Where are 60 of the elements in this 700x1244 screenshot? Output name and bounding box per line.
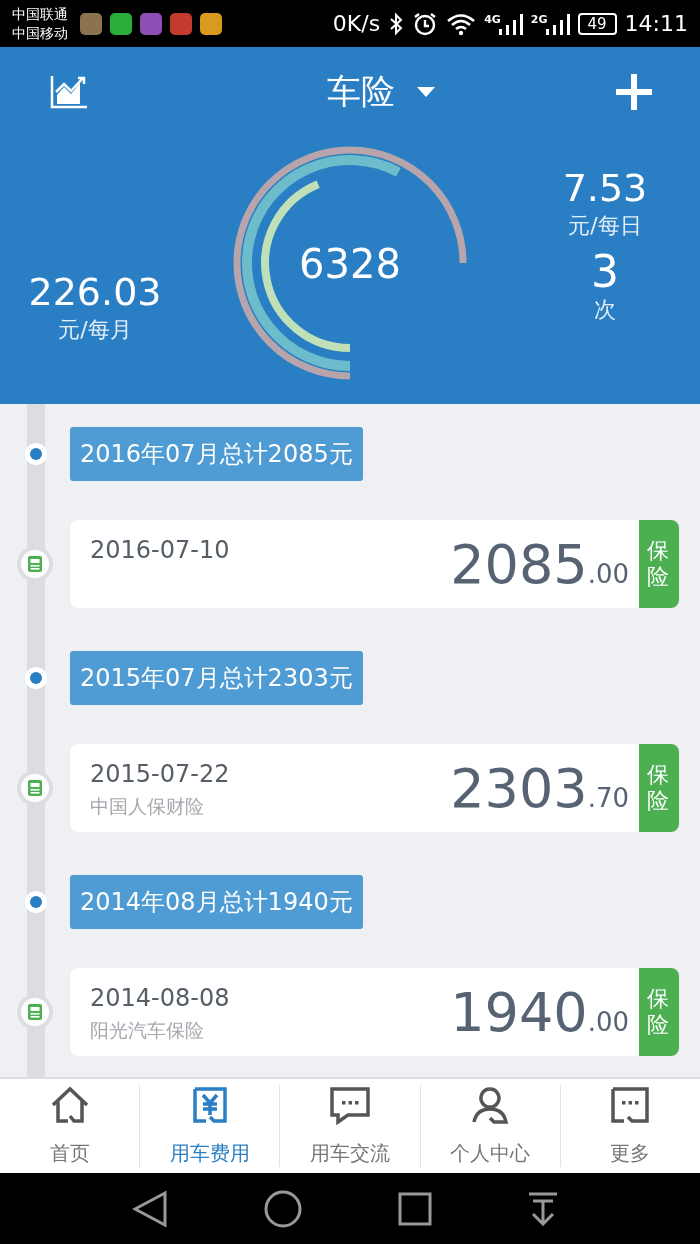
network-speed: 0K/s <box>332 11 381 36</box>
app-notification-icon <box>200 12 222 35</box>
recent-apps-icon[interactable] <box>398 1191 432 1226</box>
count-unit: 次 <box>594 296 616 324</box>
home-button-icon[interactable] <box>264 1189 302 1228</box>
insurer-name: 中国人保财险 <box>90 794 205 819</box>
insurer-name: 阳光汽车保险 <box>90 1018 205 1043</box>
daily-unit: 元/每日 <box>568 212 642 240</box>
timeline-dot <box>24 443 47 465</box>
tab-item[interactable]: 用车费用 <box>139 1085 280 1167</box>
car-expense-icon <box>17 546 53 582</box>
month-total-label: 2014年08月总计1940元 <box>70 875 363 929</box>
caret-icon <box>417 87 435 97</box>
timeline-dot <box>24 891 47 913</box>
battery-indicator: 49 <box>577 12 617 35</box>
wifi-icon <box>446 11 477 36</box>
expense-date: 2015-07-22 <box>90 760 231 788</box>
monthly-unit: 元/每月 <box>58 316 132 344</box>
network-type: 2G <box>530 12 548 26</box>
notification-pull-icon[interactable] <box>528 1191 558 1226</box>
expense-date: 2014-08-08 <box>90 984 231 1012</box>
bluetooth-icon <box>388 11 405 36</box>
tab-item[interactable]: 个人中心 <box>419 1085 560 1167</box>
expense-card[interactable]: 2014-08-08 阳光汽车保险 1940.00 保险 <box>70 968 679 1056</box>
clock: 14:11 <box>624 11 688 36</box>
carrier-name: 中国联通 <box>12 4 68 24</box>
car-expense-icon <box>17 994 53 1030</box>
month-total-label: 2015年07月总计2303元 <box>70 651 363 705</box>
timeline-dot <box>24 667 47 689</box>
tab-item[interactable]: 用车交流 <box>279 1085 420 1167</box>
tab-item[interactable]: 首页 <box>0 1085 140 1167</box>
count-value: 3 <box>591 249 619 295</box>
total-amount: 6328 <box>298 241 402 287</box>
daily-value: 7.53 <box>562 165 648 211</box>
chat-icon <box>328 1085 372 1125</box>
expense-amount: 1940.00 <box>450 980 629 1044</box>
signal-icon <box>498 12 523 35</box>
expense-date: 2016-07-10 <box>90 536 231 564</box>
add-icon[interactable] <box>614 72 654 112</box>
category-tag: 保险 <box>639 968 679 1056</box>
app-notification-icon <box>80 12 102 35</box>
app-notification-icon <box>170 12 192 35</box>
signal-icon <box>545 12 570 35</box>
carrier-name: 中国移动 <box>12 23 68 43</box>
category-tag: 保险 <box>639 520 679 608</box>
car-expense-icon <box>17 770 53 806</box>
network-type: 4G <box>484 12 501 26</box>
expense-card[interactable]: 2016-07-10 2085.00 保险 <box>70 520 679 608</box>
expense-amount: 2303.70 <box>450 756 629 820</box>
category-tag: 保险 <box>639 744 679 832</box>
back-icon[interactable] <box>132 1189 168 1228</box>
expense-card[interactable]: 2015-07-22 中国人保财险 2303.70 保险 <box>70 744 679 832</box>
monthly-value: 226.03 <box>28 269 162 315</box>
app-notification-icon <box>140 12 162 35</box>
chart-icon[interactable] <box>50 75 88 109</box>
expense-amount: 2085.00 <box>450 532 629 596</box>
month-total-label: 2016年07月总计2085元 <box>70 427 363 481</box>
category-dropdown[interactable]: 车险 <box>327 69 435 115</box>
tab-item[interactable]: 更多 <box>559 1085 700 1167</box>
app-notification-icon <box>110 12 132 35</box>
